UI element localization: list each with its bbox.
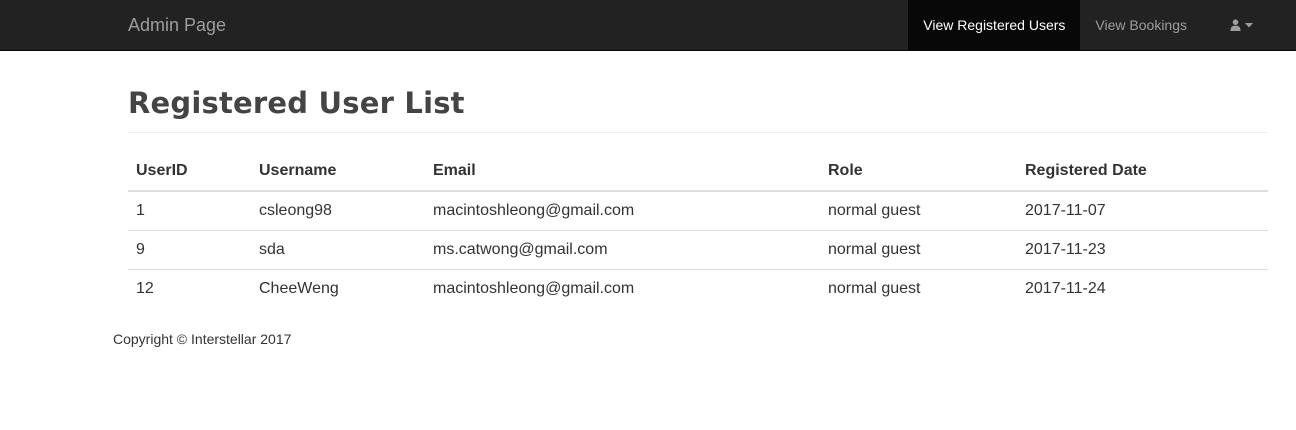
user-menu-dropdown[interactable] bbox=[1202, 0, 1296, 50]
nav-view-bookings[interactable]: View Bookings bbox=[1080, 0, 1202, 50]
top-navbar: Admin Page View Registered Users View Bo… bbox=[0, 0, 1296, 51]
column-header-userid: UserID bbox=[128, 152, 251, 192]
brand-link[interactable]: Admin Page bbox=[128, 0, 226, 50]
cell-userid: 1 bbox=[136, 201, 145, 219]
cell-email: macintoshleong@gmail.com bbox=[433, 201, 635, 219]
nav-view-registered-users[interactable]: View Registered Users bbox=[908, 0, 1081, 50]
nav-links: View Registered Users View Bookings bbox=[908, 0, 1296, 50]
column-header-email: Email bbox=[425, 152, 820, 192]
column-header-username: Username bbox=[251, 152, 425, 192]
cell-username: sda bbox=[251, 229, 425, 269]
title-divider bbox=[128, 132, 1268, 133]
caret-down-icon bbox=[1245, 22, 1253, 28]
cell-email: ms.catwong@gmail.com bbox=[425, 229, 820, 269]
cell-role: normal guest bbox=[820, 268, 1017, 308]
footer-copyright: Copyright © Interstellar 2017 bbox=[113, 331, 292, 347]
cell-username: csleong98 bbox=[259, 201, 332, 219]
cell-role: normal guest bbox=[828, 201, 921, 219]
column-header-role: Role bbox=[820, 152, 1017, 192]
cell-email: macintoshleong@gmail.com bbox=[425, 268, 820, 308]
table-header-row: UserID Username Email Role Registered Da… bbox=[128, 152, 1268, 192]
cell-role: normal guest bbox=[820, 229, 1017, 269]
cell-username: CheeWeng bbox=[251, 268, 425, 308]
cell-registered-date: 2017-11-23 bbox=[1017, 229, 1268, 269]
cell-userid: 12 bbox=[128, 268, 251, 308]
table-row: 12 CheeWeng macintoshleong@gmail.com nor… bbox=[128, 268, 1268, 308]
user-icon bbox=[1230, 19, 1241, 31]
cell-registered-date: 2017-11-24 bbox=[1017, 268, 1268, 308]
registered-users-table: UserID Username Email Role Registered Da… bbox=[128, 152, 1268, 308]
cell-registered-date: 2017-11-07 bbox=[1025, 201, 1106, 219]
page-title: Registered User List bbox=[128, 86, 465, 120]
table-row: 9 sda ms.catwong@gmail.com normal guest … bbox=[128, 229, 1268, 269]
table-row: 1 csleong98 macintoshleong@gmail.com nor… bbox=[128, 191, 1268, 230]
cell-userid: 9 bbox=[128, 229, 251, 269]
column-header-registered-date: Registered Date bbox=[1017, 152, 1268, 192]
